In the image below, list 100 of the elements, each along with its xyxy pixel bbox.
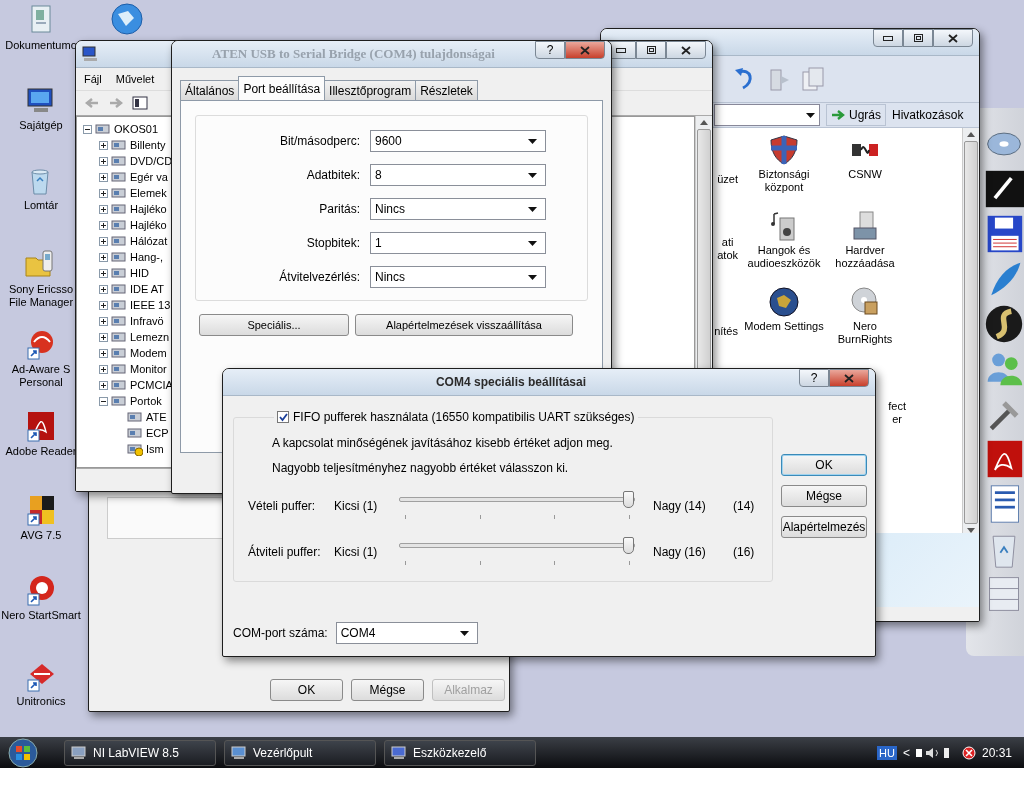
collapse-toggle[interactable] [83,124,92,134]
expand-toggle[interactable] [99,252,108,262]
expand-toggle[interactable] [99,364,108,374]
desktop-icon-label[interactable]: Lomtár [23,199,59,212]
checkbox[interactable] [277,411,289,423]
tree-item[interactable]: PCMCIA [130,379,173,391]
control-panel-item[interactable]: nítés [714,325,738,338]
control-panel-item[interactable]: CSNW [848,168,882,181]
dialog-button[interactable]: Mégse [781,485,867,507]
dialog-button[interactable]: Alapértelmezés [781,516,867,538]
control-panel-item[interactable]: ati atok [717,236,738,262]
dropdown[interactable]: 9600 [370,130,546,152]
links-label[interactable]: Hivatkozások [892,108,964,122]
expand-toggle[interactable] [99,172,108,182]
control-panel-item[interactable]: üzet [717,173,738,186]
tree-item[interactable]: IEEE 13 [130,299,171,311]
maximize-button[interactable] [903,29,933,47]
tree-item[interactable]: DVD/CD [130,155,173,167]
tree-item[interactable]: Hajléko [130,203,167,215]
menu-item[interactable]: Művelet [115,73,155,85]
expand-toggle[interactable] [99,348,108,358]
desktop-icon-label[interactable]: Adobe Reader [5,445,77,458]
control-panel-item[interactable]: fect er [888,400,906,426]
expand-toggle[interactable] [99,236,108,246]
control-panel-item[interactable]: Biztonsági központ [758,168,810,194]
expand-toggle[interactable] [99,316,108,326]
collapse-toggle[interactable] [99,396,108,406]
menu-item[interactable]: Fájl [84,73,102,85]
dropdown[interactable]: 8 [370,164,546,186]
tab[interactable]: Illesztőprogram [324,80,417,100]
show-hidden-icons-button[interactable]: < [902,745,910,760]
tree-item[interactable]: ATE [146,411,167,423]
tree-item[interactable]: Monitor [130,363,167,375]
expand-toggle[interactable] [99,220,108,230]
restore-defaults-button[interactable]: Alapértelmezések visszaállítása [355,314,573,336]
control-panel-item[interactable]: Nero BurnRights [837,320,893,346]
dropdown[interactable]: Nincs [370,266,546,288]
language-indicator[interactable]: HU [877,745,897,760]
close-button[interactable] [565,41,605,59]
tree-item[interactable]: Ism [146,443,164,455]
close-button[interactable] [933,29,973,47]
dialog-button[interactable]: Mégse [351,679,424,701]
tree-item[interactable]: Infravö [130,315,164,327]
globe-icon[interactable] [110,2,144,36]
tab[interactable]: Részletek [415,80,478,100]
desktop-icon-label[interactable]: Sajátgép [19,119,63,132]
maximize-button[interactable] [636,41,666,59]
control-panel-item[interactable]: Hardver hozzáadása [835,244,895,270]
expand-toggle[interactable] [99,268,108,278]
checkbox-label[interactable]: FIFO pufferek használata (16550 kompatibilis UART szükséges) [293,410,635,424]
tree-item[interactable]: Modem [130,347,167,359]
tab[interactable]: Port beállítása [238,76,326,100]
address-field[interactable] [714,104,820,126]
tree-item[interactable]: Egér va [130,171,168,183]
control-panel-item[interactable]: Modem Settings [744,320,824,333]
dropdown[interactable]: 1 [370,232,546,254]
tree-item[interactable]: ECP [146,427,169,439]
tile-icon[interactable] [984,169,1024,209]
swirl-icon[interactable] [984,304,1024,344]
desktop-icon-label[interactable]: Nero StartSmart [1,609,81,622]
close-button[interactable] [829,369,869,387]
slider[interactable] [399,491,635,521]
desktop-icon-label[interactable]: AVG 7.5 [20,529,62,542]
dialog-button[interactable]: OK [270,679,343,701]
clock[interactable]: 20:31 [981,745,1012,760]
dialog-button[interactable]: OK [781,454,867,476]
minimize-button[interactable] [873,29,903,47]
expand-toggle[interactable] [99,188,108,198]
expand-toggle[interactable] [99,284,108,294]
go-button[interactable]: Ugrás [826,104,886,126]
tree-item[interactable]: Billenty [130,139,166,151]
tree-item[interactable]: Hálózat [130,235,168,247]
panel-toggle-icon[interactable] [132,96,148,110]
dropdown[interactable]: COM4 [335,622,478,644]
start-button[interactable] [6,737,40,768]
expand-toggle[interactable] [99,380,108,390]
expand-toggle[interactable] [99,204,108,214]
scrollbar[interactable] [962,128,979,533]
control-panel-item[interactable]: Hangok és audioeszközök [747,244,821,270]
expand-toggle[interactable] [99,332,108,342]
close-button[interactable] [666,41,706,59]
advanced-button[interactable]: Speciális... [199,314,349,336]
tree-item[interactable]: Hang-, [130,251,164,263]
slider-thumb[interactable] [623,537,634,554]
taskbar-button[interactable]: NI LabVIEW 8.5 [64,739,216,766]
desktop-icon-label[interactable]: Ad-Aware S Personal [11,363,71,389]
help-button[interactable]: ? [799,369,829,387]
taskbar-button[interactable]: Eszközkezelő [384,739,536,766]
tree-item[interactable]: Hajléko [130,219,167,231]
help-button[interactable]: ? [535,41,565,59]
expand-toggle[interactable] [99,156,108,166]
expand-toggle[interactable] [99,140,108,150]
tree-item[interactable]: Portok [130,395,162,407]
tree-item[interactable]: Lemezn [130,331,170,343]
shield-icon[interactable] [961,745,976,760]
tree-item[interactable]: OKOS01 [114,123,159,135]
tree-item[interactable]: Elemek [130,187,167,199]
tab[interactable]: Általános [180,80,240,100]
tree-item[interactable]: HID [130,267,149,279]
desktop-icon-label[interactable]: Dokumentumo [5,39,77,52]
